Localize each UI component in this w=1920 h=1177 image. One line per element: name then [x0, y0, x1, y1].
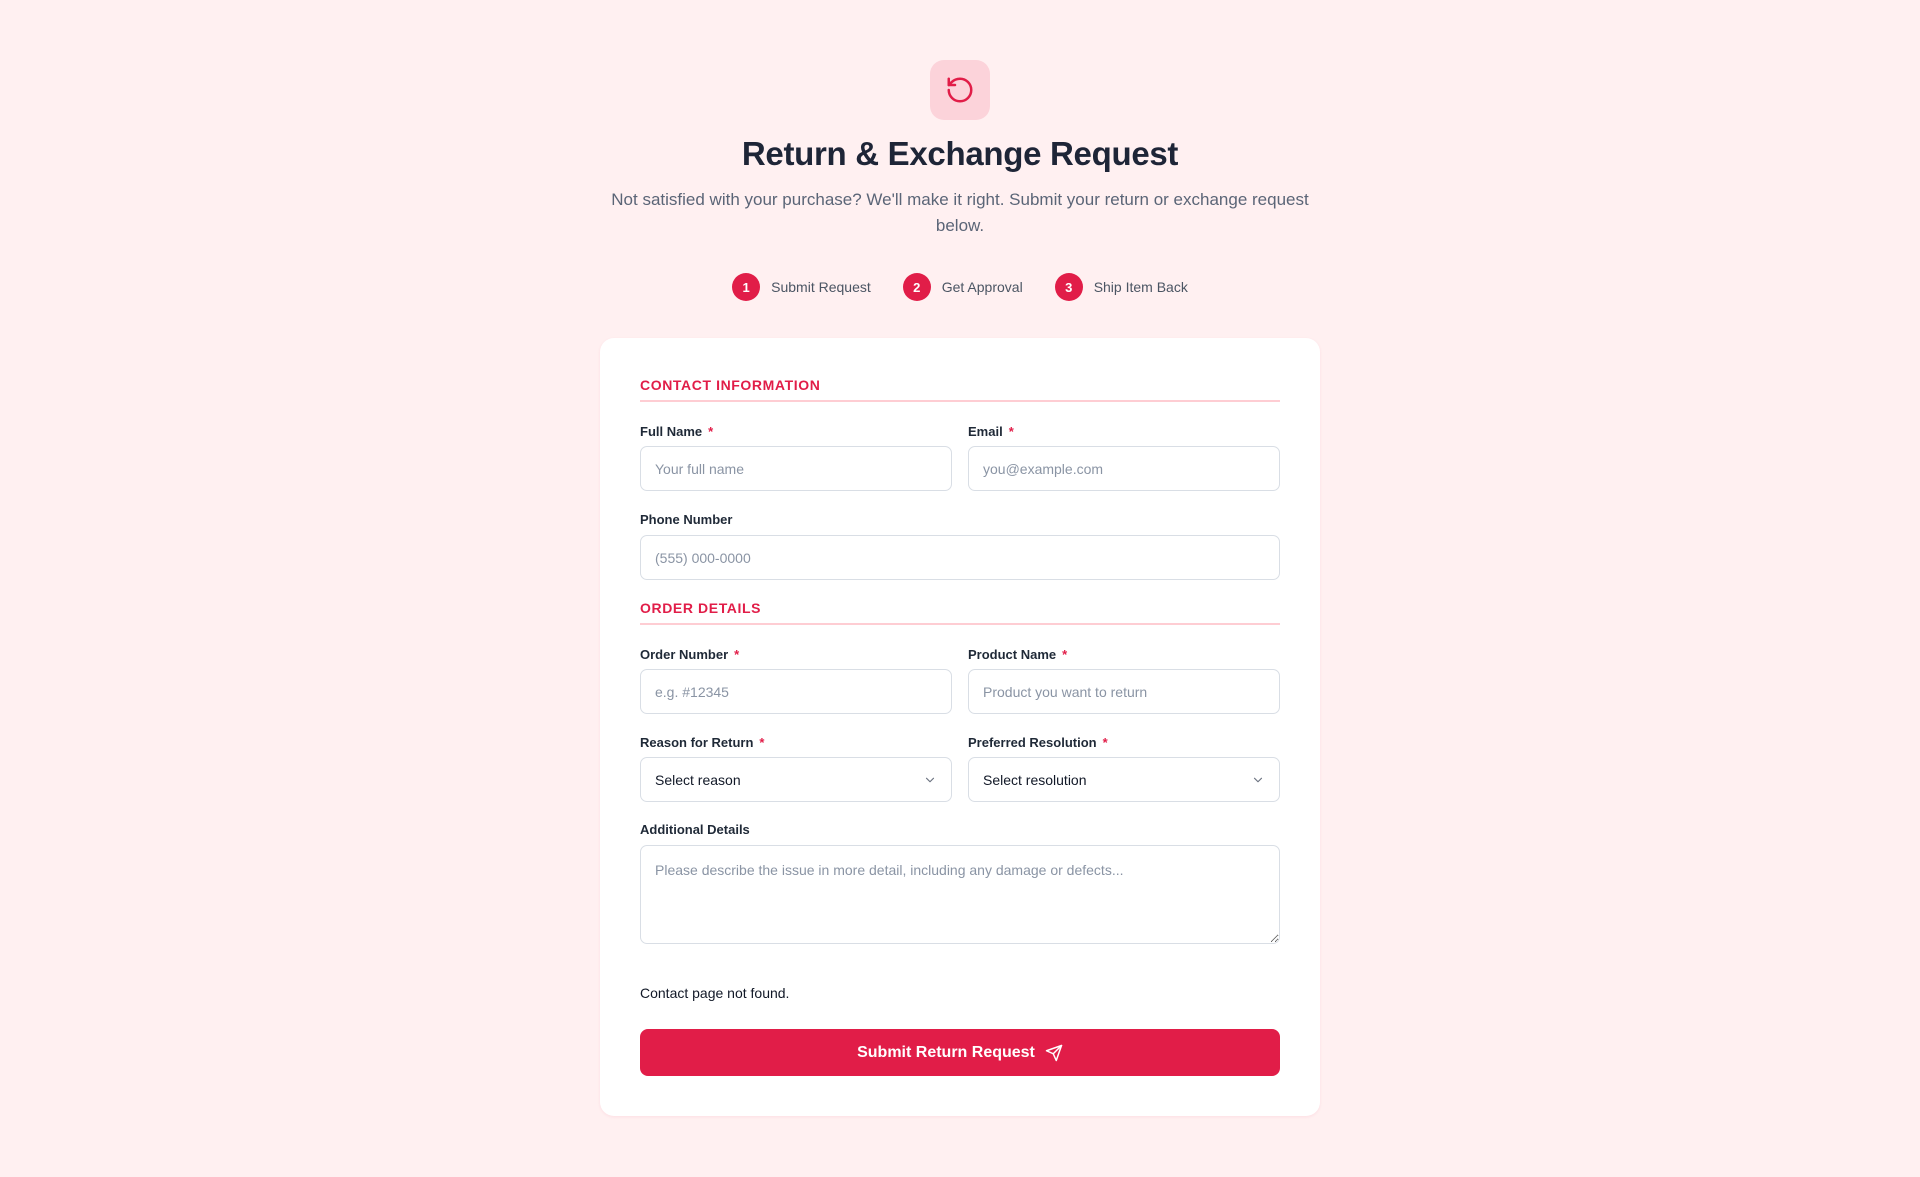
required-marker: *	[1102, 735, 1108, 750]
order-number-input[interactable]	[640, 669, 952, 714]
product-name-label-text: Product Name	[968, 647, 1057, 662]
details-label: Additional Details	[640, 822, 750, 837]
full-name-label-text: Full Name	[640, 424, 703, 439]
progress-steps: 1 Submit Request 2 Get Approval 3 Ship I…	[0, 273, 1920, 301]
required-marker: *	[734, 647, 740, 662]
chevron-down-icon	[1253, 777, 1263, 783]
step-submit-request: 1 Submit Request	[732, 273, 871, 301]
contact-section-title: CONTACT INFORMATION	[640, 377, 1280, 402]
return-badge	[930, 60, 990, 120]
send-icon	[1045, 1044, 1063, 1061]
order-section-title: ORDER DETAILS	[640, 600, 1280, 625]
reason-select[interactable]: Select reason	[640, 757, 952, 802]
resolution-label-text: Preferred Resolution	[968, 735, 1097, 750]
required-marker: *	[708, 424, 714, 439]
chevron-down-icon	[925, 777, 935, 783]
phone-input[interactable]	[640, 535, 1280, 580]
step-label: Ship Item Back	[1093, 279, 1188, 295]
order-number-label-text: Order Number	[640, 647, 729, 662]
step-label: Get Approval	[941, 279, 1023, 295]
step-number: 1	[732, 273, 761, 301]
status-message: Contact page not found.	[640, 985, 790, 1001]
step-number: 2	[902, 273, 931, 301]
reason-label-text: Reason for Return	[640, 735, 754, 750]
email-input[interactable]	[968, 446, 1280, 491]
submit-button-label: Submit Return Request	[857, 1043, 1035, 1061]
product-name-input[interactable]	[968, 669, 1280, 714]
page-subtitle: Not satisfied with your purchase? We'll …	[611, 190, 1309, 235]
step-number: 3	[1054, 273, 1083, 301]
phone-label: Phone Number	[640, 512, 733, 527]
required-marker: *	[759, 735, 765, 750]
product-name-label: Product Name *	[968, 647, 1067, 662]
resolution-select[interactable]: Select resolution	[968, 757, 1280, 802]
undo-icon	[947, 77, 973, 103]
return-form: CONTACT INFORMATION Full Name * Email * Ph…	[600, 338, 1320, 1116]
email-label-text: Email	[968, 424, 1003, 439]
reason-label: Reason for Return *	[640, 735, 764, 750]
required-marker: *	[1008, 424, 1014, 439]
resolution-label: Preferred Resolution *	[968, 735, 1108, 750]
reason-select-value: Select reason	[655, 771, 741, 788]
step-ship-item-back: 3 Ship Item Back	[1054, 273, 1188, 301]
step-label: Submit Request	[771, 279, 871, 295]
order-number-label: Order Number *	[640, 647, 739, 662]
required-marker: *	[1062, 647, 1068, 662]
full-name-label: Full Name *	[640, 424, 713, 439]
details-textarea[interactable]	[640, 845, 1280, 944]
submit-return-button[interactable]: Submit Return Request	[640, 1029, 1280, 1076]
page: Return & Exchange Request Not satisfied …	[0, 0, 1920, 1177]
page-title: Return & Exchange Request	[741, 135, 1179, 172]
step-get-approval: 2 Get Approval	[902, 273, 1023, 301]
full-name-input[interactable]	[640, 446, 952, 491]
resolution-select-value: Select resolution	[983, 771, 1087, 788]
email-label: Email *	[968, 424, 1014, 439]
